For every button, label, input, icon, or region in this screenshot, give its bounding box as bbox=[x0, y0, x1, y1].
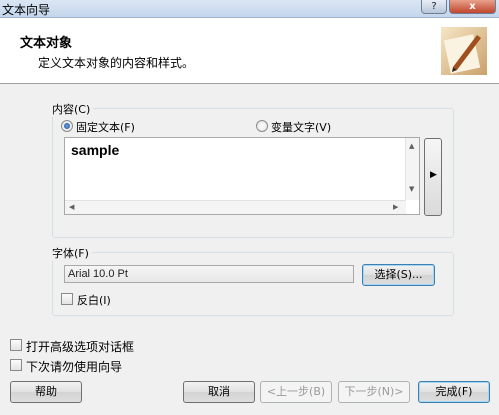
scroll-right-icon[interactable]: ▶ bbox=[393, 204, 398, 211]
arrow-right-icon: ▶ bbox=[430, 170, 437, 180]
no-wizard-checkbox[interactable] bbox=[10, 359, 22, 371]
help-title-button[interactable]: ? bbox=[421, 0, 447, 14]
next-button[interactable]: 下一步(N)> bbox=[338, 381, 410, 403]
wizard-header: 文本对象 定义文本对象的内容和样式。 bbox=[0, 18, 499, 84]
text-content-area[interactable]: sample ▲ ▼ ◀ ▶ bbox=[64, 137, 420, 215]
finish-button[interactable]: 完成(F) bbox=[418, 381, 490, 403]
reverse-label[interactable]: 反白(I) bbox=[77, 292, 111, 308]
scroll-up-icon[interactable]: ▲ bbox=[409, 143, 414, 150]
horizontal-scrollbar[interactable]: ◀ ▶ bbox=[65, 200, 406, 214]
variable-text-label[interactable]: 变量文字(V) bbox=[271, 119, 331, 135]
page-subtitle: 定义文本对象的内容和样式。 bbox=[38, 56, 195, 70]
title-bar: 文本向导 ? x bbox=[0, 0, 499, 18]
scroll-down-icon[interactable]: ▼ bbox=[409, 186, 414, 193]
text-content: sample bbox=[71, 142, 120, 158]
no-wizard-label[interactable]: 下次请勿使用向导 bbox=[26, 358, 122, 375]
reverse-checkbox[interactable] bbox=[61, 293, 73, 305]
fixed-text-radio[interactable] bbox=[61, 120, 73, 132]
close-button[interactable]: x bbox=[449, 0, 496, 14]
cancel-button[interactable]: 取消 bbox=[183, 381, 255, 403]
previous-button[interactable]: <上一步(B) bbox=[260, 381, 332, 403]
pen-writing-icon bbox=[441, 27, 487, 75]
font-group-label: 字体(F) bbox=[52, 245, 92, 261]
font-display-field: Arial 10.0 Pt bbox=[64, 265, 354, 283]
advanced-options-checkbox[interactable] bbox=[10, 339, 22, 351]
select-font-button[interactable]: 选择(S)... bbox=[362, 264, 435, 286]
page-title: 文本对象 bbox=[20, 36, 73, 51]
vertical-scrollbar[interactable]: ▲ ▼ bbox=[405, 138, 419, 200]
advanced-options-label[interactable]: 打开高级选项对话框 bbox=[26, 338, 134, 355]
fixed-text-label[interactable]: 固定文本(F) bbox=[76, 119, 135, 135]
help-button[interactable]: 帮助 bbox=[10, 381, 82, 403]
content-group-label: 内容(C) bbox=[52, 101, 94, 117]
variable-text-radio[interactable] bbox=[256, 120, 268, 132]
window-title: 文本向导 bbox=[2, 3, 51, 17]
scroll-left-icon[interactable]: ◀ bbox=[69, 204, 74, 211]
insert-field-button[interactable]: ▶ bbox=[424, 138, 442, 216]
